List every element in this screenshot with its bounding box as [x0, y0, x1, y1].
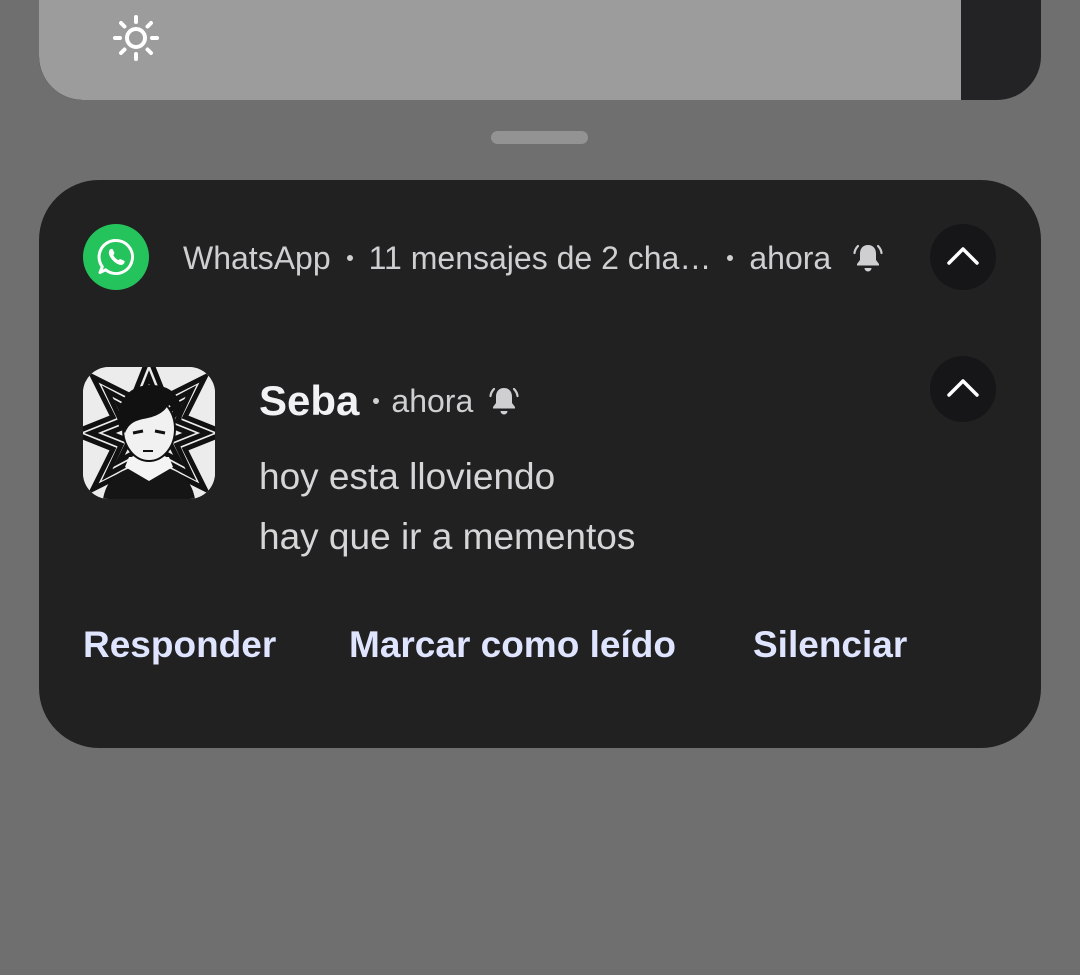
message-line: hoy esta lloviendo [259, 456, 556, 497]
message-header: Seba ahora [259, 376, 519, 426]
chevron-up-icon [947, 379, 979, 397]
notification-time: ahora [749, 239, 832, 276]
whatsapp-notification-card[interactable]: WhatsApp 11 mensajes de 2 cha… ahora Seb… [39, 180, 1041, 748]
app-name: WhatsApp [183, 239, 331, 276]
notification-shade: WhatsApp 11 mensajes de 2 cha… ahora Seb… [0, 0, 1080, 975]
shade-drag-handle[interactable] [491, 131, 588, 144]
message-line: hay que ir a mementos [259, 516, 636, 557]
whatsapp-icon [83, 224, 149, 290]
sender-name: Seba [259, 377, 360, 424]
bell-icon [489, 385, 519, 417]
bell-icon [853, 242, 883, 274]
collapse-group-button[interactable] [930, 224, 996, 290]
notification-summary: 11 mensajes de 2 cha… [368, 239, 712, 276]
reply-button[interactable]: Responder [83, 624, 276, 666]
sender-avatar[interactable] [83, 367, 215, 499]
message-time: ahora [391, 382, 474, 419]
separator-dot [373, 398, 380, 404]
separator-dot [346, 255, 353, 261]
mute-button[interactable]: Silenciar [753, 624, 907, 666]
mark-as-read-button[interactable]: Marcar como leído [349, 624, 676, 666]
notification-header: WhatsApp 11 mensajes de 2 cha… ahora [183, 236, 883, 280]
collapse-message-button[interactable] [930, 356, 996, 422]
sun-icon [113, 15, 159, 61]
separator-dot [727, 255, 734, 261]
brightness-slider[interactable] [39, 0, 1041, 100]
brightness-slider-fill [39, 0, 961, 100]
chevron-up-icon [947, 247, 979, 265]
